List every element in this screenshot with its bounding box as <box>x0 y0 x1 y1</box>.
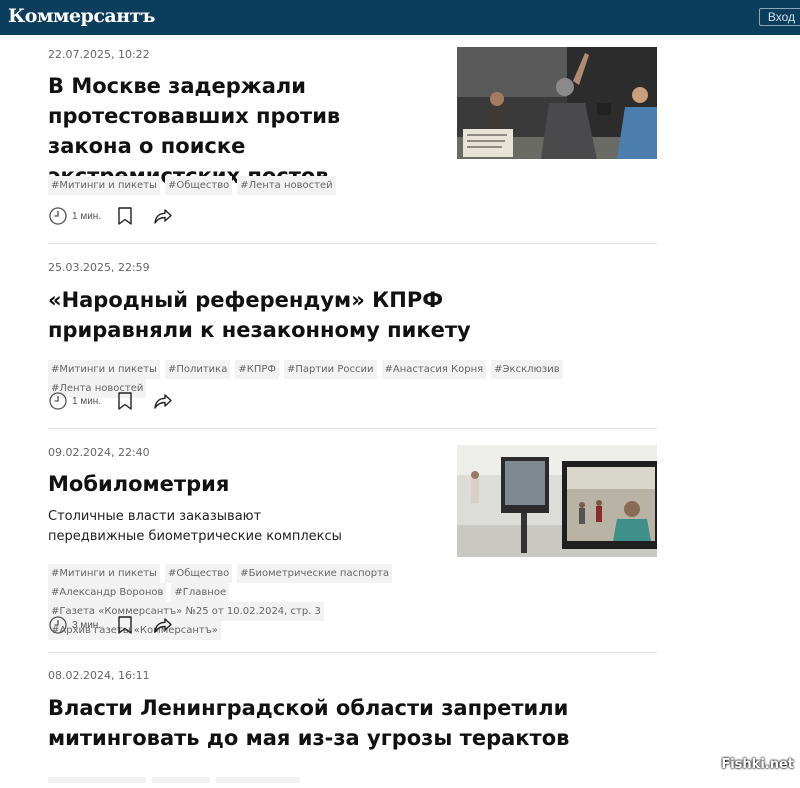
site-header: Коммерсантъ Вход <box>0 0 800 35</box>
share-button[interactable] <box>153 206 173 226</box>
article-title[interactable]: Власти Ленинградской области запретили м… <box>48 693 648 753</box>
tag-link[interactable]: #КПРФ <box>235 360 279 379</box>
article-title[interactable]: Мобилометрия <box>48 469 428 499</box>
article-card: 22.07.2025, 10:22 В Москве задержали про… <box>48 36 657 244</box>
read-time-label: 1 мин. <box>72 395 102 407</box>
article-meta: 1 мин. <box>48 206 191 226</box>
site-logo[interactable]: Коммерсантъ <box>8 5 155 27</box>
tag-link[interactable]: #Общество <box>164 176 233 195</box>
bookmark-icon <box>118 207 132 225</box>
article-meta: 1 мин. <box>48 391 191 411</box>
share-button[interactable] <box>153 615 173 635</box>
bookmark-button[interactable] <box>115 206 135 226</box>
article-tags: #Митинги и пикеты #Общество #Лента новосте… <box>48 176 648 195</box>
read-time: 1 мин. <box>48 206 101 226</box>
login-button[interactable]: Вход <box>758 8 800 26</box>
tag-link[interactable]: #Эксклюзив <box>491 360 563 379</box>
read-time: 1 мин. <box>48 391 101 411</box>
read-time-label: 3 мин. <box>72 619 102 631</box>
share-button[interactable] <box>153 391 173 411</box>
tag-link[interactable]: #Митинги и пикеты <box>48 176 160 195</box>
bookmark-button[interactable] <box>115 391 135 411</box>
bookmark-icon <box>118 616 132 634</box>
tag-link[interactable]: #Биометрические паспорта <box>237 564 393 583</box>
article-title[interactable]: «Народный референдум» КПРФ приравняли к … <box>48 285 568 345</box>
article-date: 25.03.2025, 22:59 <box>48 261 150 274</box>
read-time-label: 1 мин. <box>72 210 102 222</box>
tag-link[interactable]: #Анастасия Корня <box>381 360 487 379</box>
share-icon <box>154 618 172 633</box>
tag-link[interactable]: #Александр Воронов <box>48 583 167 602</box>
tag-link[interactable]: #Политика <box>164 360 231 379</box>
tag-link[interactable]: #Партии России <box>283 360 377 379</box>
watermark: Fishki.net <box>721 757 794 772</box>
tag-link[interactable]: #Лента новостей <box>237 176 336 195</box>
article-tags-partial <box>48 770 308 783</box>
share-icon <box>154 394 172 409</box>
article-card: 08.02.2024, 16:11 Власти Ленинградской о… <box>48 652 657 783</box>
article-date: 08.02.2024, 16:11 <box>48 669 150 682</box>
article-card: 25.03.2025, 22:59 «Народный референдум» … <box>48 243 657 429</box>
share-icon <box>154 209 172 224</box>
article-image[interactable] <box>457 47 657 159</box>
tag-link[interactable]: #Митинги и пикеты <box>48 564 160 583</box>
tag-link[interactable]: #Общество <box>164 564 233 583</box>
clock-icon <box>49 392 67 410</box>
clock-icon <box>49 207 67 225</box>
read-time: 3 мин. <box>48 615 101 635</box>
article-lead: Столичные власти заказывают передвижные … <box>48 509 342 544</box>
tag-link[interactable]: #Митинги и пикеты <box>48 360 160 379</box>
article-date: 09.02.2024, 22:40 <box>48 446 150 459</box>
tag-link[interactable]: #Главное <box>171 583 230 602</box>
bookmark-icon <box>118 392 132 410</box>
article-date: 22.07.2025, 10:22 <box>48 48 150 61</box>
clock-icon <box>49 616 67 634</box>
article-meta: 3 мин. <box>48 615 191 635</box>
article-image[interactable] <box>457 445 657 557</box>
bookmark-button[interactable] <box>115 615 135 635</box>
article-title[interactable]: В Москве задержали протестовавших против… <box>48 71 428 191</box>
article-card: 09.02.2024, 22:40 Мобилометрия Столичные… <box>48 428 657 653</box>
